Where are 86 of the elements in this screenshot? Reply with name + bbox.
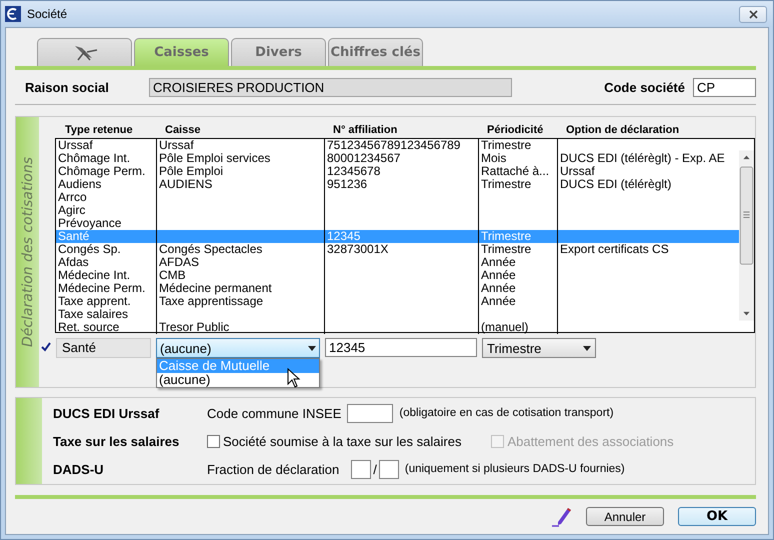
company-code-field[interactable]: CP — [693, 78, 756, 96]
insee-label: Code commune INSEE — [207, 406, 342, 420]
dads-label: DADS-U — [53, 462, 105, 476]
caret-icon — [583, 346, 591, 350]
table-cell: Année — [478, 269, 557, 282]
tab[interactable]: Caisses — [134, 38, 229, 66]
table-cell: Tresor Public — [156, 321, 324, 334]
table-cell: (manuel) — [478, 321, 557, 334]
column-header: Caisse — [164, 124, 202, 136]
taxe-label: Taxe sur les salaires — [53, 434, 180, 448]
table-cell-text: Médecine Int. — [57, 269, 132, 282]
table-cell: Trimestre — [478, 243, 557, 256]
table-cell-text: Audiens — [57, 178, 102, 191]
checkbox[interactable] — [207, 434, 220, 448]
table-cell: 951236 — [324, 178, 478, 191]
table-cell-text: Santé — [57, 230, 90, 243]
checkbox-label: Société soumise à la taxe sur les salaires — [223, 434, 462, 448]
table-cell: Urssaf — [156, 139, 324, 152]
ducs-label: DUCS EDI Urssaf — [53, 406, 160, 420]
table-cell-text: Chômage Int. — [57, 152, 132, 165]
tab[interactable]: Divers — [231, 38, 326, 66]
insee-hint: (obligatoire en cas de cotisation transport) — [399, 407, 614, 419]
table-cell: Année — [478, 295, 557, 308]
fraction-field[interactable] — [378, 460, 399, 478]
table-cell-text: Afdas — [57, 256, 89, 269]
checkbox-label: Abattement des associations — [507, 434, 674, 448]
column-header: Périodicité — [486, 124, 544, 136]
table-cell: CMB — [156, 269, 324, 282]
fraction-separator: / — [373, 462, 377, 476]
caret-icon — [308, 346, 316, 350]
table-cell-text: Arrco — [57, 191, 88, 204]
dads-hint: (uniquement si plusieurs DADS-U fournies) — [404, 463, 625, 475]
fraction-field[interactable] — [351, 460, 372, 478]
cancel-button[interactable]: Annuler — [586, 507, 664, 526]
pencil-icon[interactable] — [552, 506, 572, 526]
table-cell: Pôle Emploi services — [156, 152, 324, 165]
table-cell-text: Taxe salaires — [57, 308, 128, 321]
list-row[interactable]: Urssaf Urssaf 75123456789123456789 Trimestre — [56, 139, 739, 152]
table-cell-text: Taxe apprent. — [57, 295, 132, 308]
table-cell: Année — [478, 282, 557, 295]
table-cell: Trimestre — [478, 139, 557, 152]
table-cell: Année — [478, 256, 557, 269]
deckchair-tab[interactable] — [37, 38, 132, 66]
column-header: Option de déclaration — [565, 124, 680, 136]
table-cell-text: Chômage Perm. — [57, 165, 146, 178]
company-name-field[interactable]: CROISIERES PRODUCTION — [149, 78, 512, 96]
table-cell: 12345678 — [324, 165, 478, 178]
table-cell: Trimestre — [478, 178, 557, 191]
window-title: Société — [27, 7, 68, 21]
table-cell: 32873001X — [324, 243, 478, 256]
company-code-label: Code société — [604, 80, 685, 94]
fraction-label: Fraction de déclaration — [207, 462, 340, 476]
close-icon — [748, 10, 758, 18]
dropdown-option[interactable]: (aucune) — [157, 373, 319, 387]
table-cell-text: Urssaf — [57, 139, 94, 152]
table-cell: AFDAS — [156, 256, 324, 269]
table-cell: 75123456789123456789 — [324, 139, 478, 152]
type-label: Santé — [56, 338, 151, 358]
caisse-dropdown[interactable]: (aucune) — [156, 338, 320, 358]
table-cell: 80001234567 — [324, 152, 478, 165]
company-name-label: Raison social — [25, 80, 110, 94]
column-header: Type retenue — [64, 124, 134, 136]
table-cell-text: Prévoyance — [57, 217, 122, 230]
affiliation-field[interactable]: 12345 — [325, 338, 477, 357]
table-cell-text: Médecine Perm. — [57, 282, 146, 295]
table-cell-text: Congés Sp. — [57, 243, 122, 256]
ok-button[interactable]: OK — [678, 507, 756, 526]
table-cell: Congés Spectacles — [156, 243, 324, 256]
insee-field[interactable] — [347, 404, 394, 422]
table-cell: AUDIENS — [156, 178, 324, 191]
tab[interactable]: Chiffres clés — [328, 38, 423, 66]
list-row[interactable]: Ret. source Tresor Public (manuel) — [56, 321, 739, 334]
section-title: Déclaration des cotisations — [20, 156, 36, 348]
table-cell: Rattaché à... — [478, 165, 557, 178]
periodicite-select[interactable]: Trimestre — [482, 338, 596, 358]
close-button[interactable] — [739, 6, 767, 22]
app-logo-icon — [5, 6, 21, 22]
table-cell-text: Ret. source — [57, 321, 120, 334]
table-cell: 12345 — [324, 230, 478, 243]
table-cell: Taxe apprentissage — [156, 295, 324, 308]
table-cell: Pôle Emploi — [156, 165, 324, 178]
table-cell: Médecine permanent — [156, 282, 324, 295]
table-cell: Mois — [478, 152, 557, 165]
column-header: N° affiliation — [332, 124, 398, 136]
table-cell: Trimestre — [478, 230, 557, 243]
table-cell-text: Agirc — [57, 204, 86, 217]
